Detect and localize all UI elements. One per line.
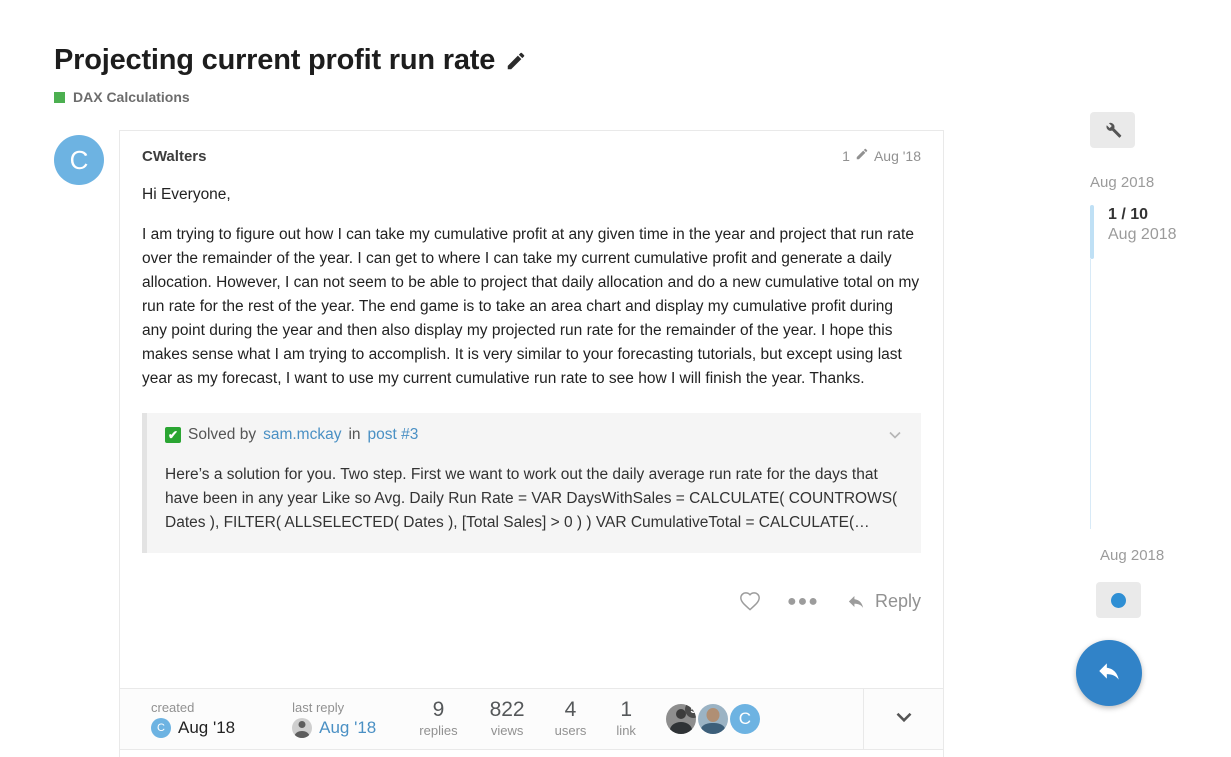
accepted-answer-excerpt: Here’s a solution for you. Two step. Fir… [165, 465, 898, 531]
category-label: DAX Calculations [73, 89, 190, 106]
created-row: C Aug '18 [151, 718, 236, 739]
topic-header: Projecting current profit run rate DAX C… [54, 44, 954, 105]
ellipsis-icon[interactable]: ●●● [787, 593, 819, 611]
solver-link[interactable]: sam.mckay [263, 423, 341, 447]
page-title: Projecting current profit run rate [54, 44, 954, 77]
stat-replies[interactable]: 9 replies [419, 698, 457, 739]
edit-count[interactable]: 1 [842, 148, 850, 164]
timeline-position-date: Aug 2018 [1108, 226, 1177, 243]
topic-participants: 5 C [636, 704, 760, 734]
timeline-labels: 1 / 10 Aug 2018 [1108, 205, 1177, 259]
timeline-scrubber[interactable]: 1 / 10 Aug 2018 [1090, 205, 1230, 529]
topic-footer: created C Aug '18 last reply Aug '18 9 r… [119, 688, 944, 750]
participant-avatar[interactable] [697, 704, 728, 734]
post-article: CWalters 1 Aug '18 Hi Everyone, I am try… [119, 130, 944, 757]
reply-arrow-icon [1094, 658, 1124, 689]
stat-label: views [490, 722, 524, 738]
floating-reply-button[interactable] [1076, 640, 1142, 706]
participant-avatar[interactable]: 5 [665, 704, 696, 734]
stat-links[interactable]: 1 link [616, 698, 636, 739]
last-reply-row: Aug '18 [292, 718, 376, 739]
timeline-track-button[interactable] [1096, 582, 1141, 618]
accepted-answer-header: ✔ Solved by sam.mckay in post #3 [165, 423, 907, 447]
stat-label: users [554, 722, 587, 738]
last-reply-label: last reply [292, 699, 345, 715]
avatar[interactable] [292, 718, 313, 739]
timeline-position: 1 / 10 [1108, 206, 1149, 223]
created-block: created C Aug '18 [151, 700, 235, 739]
timeline-end-date: Aug 2018 [1100, 547, 1165, 564]
post-avatar-column: C [54, 130, 119, 757]
post-paragraph: Hi Everyone, [142, 185, 231, 203]
stat-value: 4 [564, 698, 577, 722]
stat-value: 822 [489, 698, 525, 722]
topic-stats: created C Aug '18 last reply Aug '18 9 r… [120, 689, 863, 749]
post-date[interactable]: Aug '18 [874, 148, 921, 164]
topic-page: Projecting current profit run rate DAX C… [0, 0, 1231, 757]
stat-value: 9 [432, 698, 445, 722]
stat-label: link [616, 722, 636, 738]
chevron-down-icon [891, 704, 917, 735]
post-controls: ●●● Reply [142, 553, 921, 635]
stat-label: replies [419, 722, 458, 738]
reply-label: Reply [874, 591, 921, 612]
expand-topic-button[interactable] [863, 689, 943, 749]
post-header: CWalters 1 Aug '18 [142, 147, 921, 169]
category-color-square [54, 91, 65, 103]
timeline-handle[interactable] [1090, 205, 1094, 259]
participant-avatar[interactable]: C [729, 704, 760, 734]
solved-by-label: Solved by [188, 425, 257, 443]
topic-timeline: Aug 2018 1 / 10 Aug 2018 Aug 2018 [1090, 112, 1230, 618]
accepted-answer-quote: ✔ Solved by sam.mckay in post #3 Here’s … [142, 412, 921, 553]
solution-post-link[interactable]: post #3 [368, 423, 419, 447]
post-paragraph: I am trying to figure out how I can take… [142, 225, 920, 387]
last-reply-block: last reply Aug '18 [292, 700, 376, 739]
like-button[interactable] [739, 591, 761, 613]
post-meta: 1 Aug '18 [842, 147, 921, 164]
stat-value: 1 [620, 698, 633, 722]
poster-name[interactable]: CWalters [142, 148, 206, 165]
filled-circle-icon [1111, 592, 1126, 608]
in-label: in [348, 425, 361, 443]
pencil-icon[interactable] [505, 50, 527, 72]
wrench-icon[interactable] [1090, 112, 1135, 148]
created-date: Aug '18 [178, 718, 236, 738]
post-body: Hi Everyone, I am trying to figure out h… [142, 183, 921, 553]
created-label: created [151, 699, 195, 715]
avatar[interactable]: C [54, 135, 104, 185]
post-count-badge: 5 [684, 704, 696, 718]
checkmark-icon: ✔ [165, 426, 181, 443]
timeline-start-date: Aug 2018 [1090, 174, 1155, 191]
reply-button[interactable]: Reply [845, 591, 921, 612]
timeline-track-line [1090, 259, 1091, 529]
stat-views[interactable]: 822 views [490, 698, 525, 739]
topic-title-text[interactable]: Projecting current profit run rate [54, 44, 495, 77]
post-stream: C CWalters 1 Aug '18 Hi Everyone, I am t… [54, 130, 944, 757]
chevron-down-icon[interactable] [885, 425, 905, 453]
stat-users[interactable]: 4 users [555, 698, 587, 739]
avatar[interactable]: C [151, 718, 171, 739]
category-badge[interactable]: DAX Calculations [54, 89, 954, 105]
timeline-track[interactable] [1090, 205, 1094, 529]
last-reply-date[interactable]: Aug '18 [319, 718, 376, 738]
pencil-icon[interactable] [855, 147, 869, 164]
